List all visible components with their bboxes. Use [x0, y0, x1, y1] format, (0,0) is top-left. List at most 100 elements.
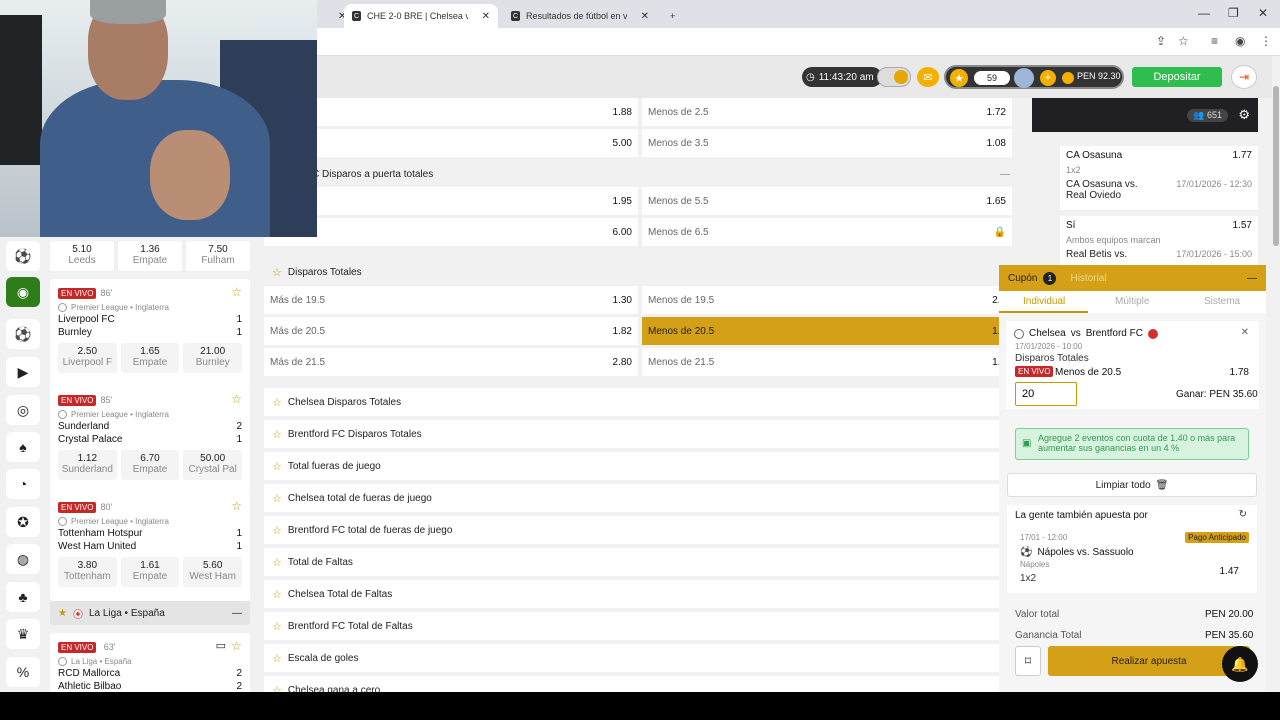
market-row[interactable]: ☆ Total de Faltas [264, 548, 1018, 576]
market-row[interactable]: ☆ Chelsea Disparos Totales [264, 388, 1018, 416]
star-icon[interactable]: ☆ [272, 588, 282, 601]
reading-list-icon[interactable]: ≡ [1211, 34, 1218, 48]
lottery-icon[interactable]: ♣ [6, 582, 40, 612]
odd-cell[interactable]: Más de 20.5 1.82 [264, 317, 638, 345]
odd-cell[interactable]: Más de 19.5 1.30 [264, 286, 638, 314]
tv-icon[interactable]: ▭ [216, 639, 226, 652]
star-icon[interactable]: ☆ [272, 684, 282, 693]
favorite-star-icon[interactable]: ☆ [231, 392, 242, 406]
wheel-icon[interactable]: ✪ [6, 507, 40, 537]
refresh-icon[interactable]: ↻ [1239, 509, 1247, 520]
sport-icon-active[interactable]: ◉ [6, 277, 40, 307]
close-icon[interactable]: ✕ [482, 11, 490, 22]
soccer-icon[interactable]: ⚽ [6, 319, 40, 349]
odd-cell[interactable]: Menos de 19.5 2.9 [642, 286, 1012, 314]
avatar[interactable] [1014, 68, 1034, 88]
odd-button[interactable]: 7.50 Fulham [186, 241, 250, 271]
market-row[interactable]: ☆ Brentford FC total de fueras de juego [264, 516, 1018, 544]
theme-toggle[interactable] [877, 67, 911, 87]
tab-resultados[interactable]: C Resultados de fútbol en vivo, M ✕ [503, 4, 657, 28]
odd-button[interactable]: 21.00 Burnley [183, 343, 243, 373]
stake-input[interactable] [1015, 382, 1077, 406]
user-box[interactable]: ★ 59 + PEN 92.30 [944, 65, 1124, 89]
odd-cell[interactable]: 5 6.00 [264, 218, 638, 246]
scrollbar-thumb[interactable] [1273, 86, 1279, 246]
mail-icon[interactable]: ✉ [917, 67, 939, 87]
star-icon[interactable]: ★ [58, 608, 67, 619]
match-card[interactable]: EN VIVO 80' ☆ Premier League • Inglaterra To… [50, 493, 250, 601]
tab-multiple[interactable]: Múltiple [1115, 296, 1149, 307]
league-header[interactable]: ★ ⦿ La Liga • España — [50, 601, 250, 625]
new-tab-button[interactable]: + [662, 4, 683, 28]
clear-all-button[interactable]: Limpiar todo 🗑 [1007, 473, 1257, 497]
match-card[interactable]: EN VIVO 86' ☆ Premier League • Inglaterra Li… [50, 279, 250, 387]
notification-bell-icon[interactable]: 🔔 [1222, 646, 1258, 682]
casino-icon[interactable]: ♠ [6, 432, 40, 462]
bet-slip-header[interactable]: Cupón 1 Historial — [999, 265, 1266, 291]
star-icon[interactable]: ☆ [272, 556, 282, 569]
odd-button[interactable]: 1.65 Empate [120, 343, 180, 373]
odd-cell[interactable]: 5 1.88 [264, 98, 638, 126]
star-icon[interactable]: ☆ [272, 492, 282, 505]
favorite-star-icon[interactable]: ☆ [231, 639, 242, 653]
star-icon[interactable]: ☆ [272, 396, 282, 409]
suggestion-card[interactable]: Sí 1.57 Ambos equipos marcan Real Betis v… [1060, 216, 1258, 268]
collapse-icon[interactable]: — [232, 608, 242, 619]
place-bet-button[interactable]: Realizar apuesta [1048, 646, 1250, 676]
odd-cell[interactable]: Menos de 2.5 1.72 [642, 98, 1012, 126]
remove-bet-icon[interactable]: ✕ [1241, 327, 1249, 338]
deposit-button[interactable]: Depositar [1132, 67, 1222, 87]
profile-icon[interactable]: ◉ [1235, 34, 1245, 48]
match-card[interactable]: EN VIVO 63' ▭ ☆ La Liga • España RCD Mal… [50, 633, 250, 692]
odd-cell[interactable]: Menos de 3.5 1.08 [642, 129, 1012, 157]
star-icon[interactable]: ☆ [272, 460, 282, 473]
odd-button[interactable]: 50.00 Crystal Pal [183, 450, 243, 480]
odd-cell[interactable]: Más de 21.5 2.80 [264, 348, 638, 376]
minimize-icon[interactable]: — [1247, 273, 1257, 284]
coins-icon[interactable]: ◔ [6, 469, 40, 499]
gear-icon[interactable]: ⚙ [1238, 107, 1250, 123]
odd-button[interactable]: 3.80 Tottenham [58, 557, 117, 587]
market-row[interactable]: ☆ Brentford FC Disparos Totales [264, 420, 1018, 448]
market-row[interactable]: ☆ Chelsea total de fueras de juego [264, 484, 1018, 512]
minimize-button[interactable]: — [1198, 6, 1210, 20]
star-icon[interactable]: ☆ [272, 524, 282, 537]
odd-button[interactable]: 1.61 Empate [120, 557, 180, 587]
market-row[interactable]: ☆ Chelsea gana a cero [264, 676, 1018, 692]
odd-button[interactable]: 5.10 Leeds [50, 241, 114, 271]
roulette-icon[interactable]: ◍ [6, 544, 40, 574]
target-icon[interactable]: ◎ [6, 395, 40, 425]
restore-button[interactable]: ❐ [1228, 6, 1239, 20]
logout-icon[interactable]: ⇥ [1231, 65, 1257, 89]
tab-individual[interactable]: Individual [1023, 296, 1065, 307]
star-icon[interactable]: ☆ [272, 428, 282, 441]
trophy-icon[interactable]: ♛ [6, 619, 40, 649]
tab-system[interactable]: Sistema [1204, 296, 1240, 307]
close-window-button[interactable]: ✕ [1258, 6, 1268, 20]
market-row[interactable]: ☆ Brentford FC Total de Faltas [264, 612, 1018, 640]
market-row[interactable]: ☆ Total fueras de juego [264, 452, 1018, 480]
odd-cell[interactable]: Menos de 5.5 1.65 [642, 187, 1012, 215]
bookmark-icon[interactable]: ⌑ [1015, 646, 1041, 676]
favorite-star-icon[interactable]: ☆ [231, 499, 242, 513]
odd-button[interactable]: 1.36 Empate [118, 241, 182, 271]
star-icon[interactable]: ☆ [272, 652, 282, 665]
odd-cell[interactable]: 5 5.00 [264, 129, 638, 157]
plus-icon[interactable]: + [670, 11, 675, 21]
market-header[interactable]: ☆ Disparos Totales [264, 258, 1018, 286]
scrollbar[interactable] [1272, 56, 1280, 692]
market-header[interactable]: entford FC Disparos a puerta totales — [264, 160, 1018, 188]
odd-button[interactable]: 1.12 Sunderland [58, 450, 117, 480]
collapse-icon[interactable]: — [1000, 169, 1010, 180]
odd-cell[interactable]: Menos de 21.5 1.3 [642, 348, 1012, 376]
odd-cell[interactable]: 5 1.95 [264, 187, 638, 215]
suggestion-card[interactable]: CA Osasuna 1.77 1x2 CA Osasuna vs. Real O… [1060, 146, 1258, 210]
star-icon[interactable]: ☆ [272, 266, 282, 279]
menu-icon[interactable]: ⋮ [1260, 34, 1272, 48]
star-icon[interactable]: ☆ [272, 620, 282, 633]
match-card[interactable]: EN VIVO 85' ☆ Premier League • Inglaterra Su… [50, 386, 250, 494]
market-row[interactable]: ☆ Chelsea Total de Faltas [264, 580, 1018, 608]
bookmark-star-icon[interactable]: ☆ [1178, 34, 1189, 48]
history-tab[interactable]: Historial [1070, 273, 1106, 284]
live-video-icon[interactable]: ▶ [6, 357, 40, 387]
